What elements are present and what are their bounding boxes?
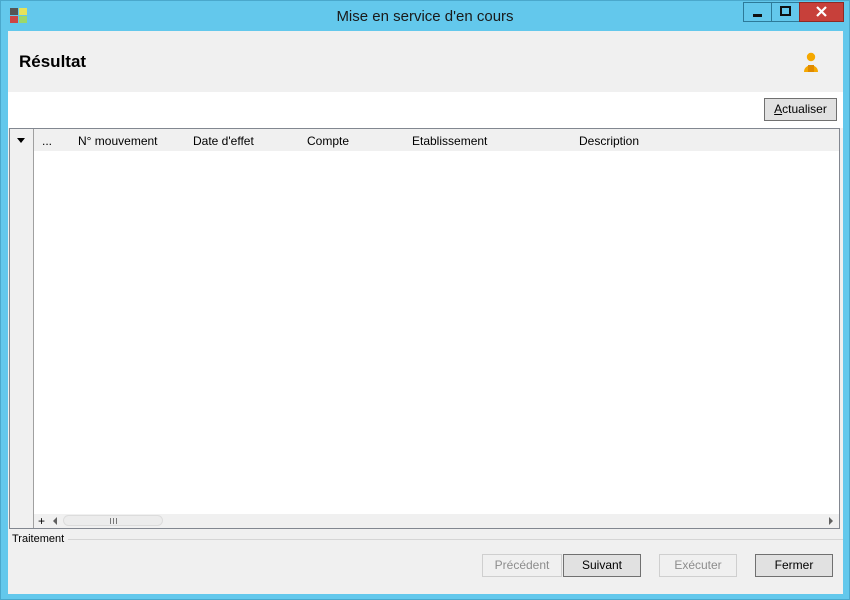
refresh-label-accelerator: A [774, 102, 783, 116]
column-selector-header[interactable]: ... [42, 134, 52, 148]
user-icon [804, 52, 818, 72]
close-window-button[interactable] [799, 2, 844, 22]
execute-button[interactable]: Exécuter [659, 554, 737, 577]
scroll-right-icon[interactable] [829, 517, 833, 525]
close-button[interactable]: Fermer [755, 554, 833, 577]
column-header-account[interactable]: Compte [307, 134, 349, 148]
scroll-left-icon[interactable] [53, 517, 57, 525]
column-header-effective-date[interactable]: Date d'effet [193, 134, 254, 148]
group-divider [68, 539, 843, 540]
previous-button[interactable]: Précédent [482, 554, 562, 577]
add-row-button[interactable]: + [38, 514, 45, 528]
grip-icon [110, 518, 117, 524]
group-label: Traitement [12, 533, 67, 545]
horizontal-scrollbar[interactable]: + [34, 514, 839, 528]
column-header-establishment[interactable]: Etablissement [412, 134, 487, 148]
window-title: Mise en service d'en cours [336, 8, 514, 25]
page-title: Résultat [19, 52, 87, 71]
maximize-icon [780, 6, 791, 16]
minimize-icon [753, 14, 762, 17]
toolbar: Actualiser [8, 92, 843, 128]
main-window: Mise en service d'en cours Résultat Actu… [0, 0, 850, 600]
column-chooser-icon[interactable] [17, 138, 25, 143]
column-header-row: ... N° mouvement Date d'effet Compte Eta… [34, 129, 839, 151]
next-button[interactable]: Suivant [563, 554, 641, 577]
result-header: Résultat [8, 31, 843, 92]
column-header-movement-number[interactable]: N° mouvement [78, 134, 158, 148]
title-bar[interactable]: Mise en service d'en cours [1, 1, 849, 31]
close-icon [816, 6, 827, 17]
minimize-button[interactable] [743, 2, 772, 22]
dialog-content: Résultat Actualiser ... N° mouvement Dat… [8, 31, 843, 594]
scrollbar-thumb[interactable] [63, 515, 163, 526]
refresh-label: ctualiser [782, 102, 827, 116]
column-header-description[interactable]: Description [579, 134, 639, 148]
refresh-button[interactable]: Actualiser [764, 98, 837, 121]
maximize-button[interactable] [771, 2, 800, 22]
results-grid[interactable]: ... N° mouvement Date d'effet Compte Eta… [9, 128, 840, 529]
row-header-column [10, 129, 34, 528]
